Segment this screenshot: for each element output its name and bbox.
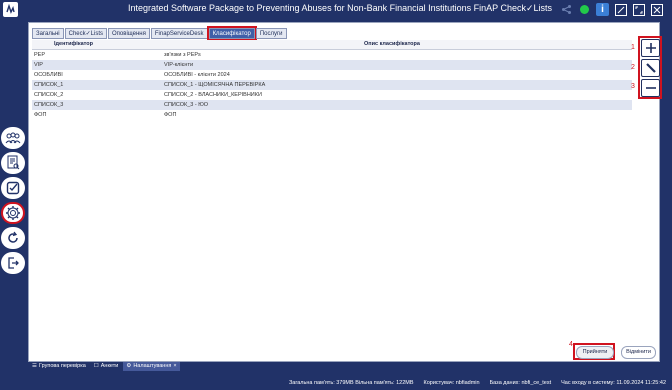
bottom-tab-label: Анкети	[100, 363, 119, 369]
cell-description: ФОП	[164, 112, 177, 118]
refresh-icon	[8, 231, 18, 243]
minus-icon	[645, 87, 656, 89]
tab-checklists[interactable]: Check✓Lists	[64, 28, 108, 39]
column-header-id[interactable]: Ідентифікатор	[32, 40, 152, 49]
list-icon: ☰	[32, 363, 37, 369]
info-icon[interactable]: i	[596, 3, 609, 16]
settings-panel: Загальні Check✓Lists Оповіщення FinapSer…	[28, 22, 660, 362]
people-icon	[5, 132, 21, 144]
tab-general[interactable]: Загальні	[32, 28, 64, 39]
delete-button[interactable]	[641, 79, 660, 97]
table-row[interactable]: PEP зв'язки з PEPs	[32, 50, 632, 60]
minimize-icon[interactable]	[614, 3, 627, 16]
bottom-tab-label: Налаштування	[133, 363, 172, 369]
table-row[interactable]: ФОП ФОП	[32, 110, 632, 120]
status-bar: Загальна пам'ять: 379МВ Вільна пам'ять: …	[289, 380, 666, 386]
gear-icon	[6, 206, 20, 220]
table-row[interactable]: СПИСОК_1 СПИСОК_1 - ЩОМІСЯЧНА ПЕРЕВІРКА	[32, 80, 632, 90]
document-search-icon	[7, 155, 20, 170]
sidebar-refresh-button[interactable]	[1, 227, 25, 249]
app-logo	[3, 2, 18, 17]
user-status: Користувач: nbfiadmin	[423, 380, 480, 386]
annotation-number: 3	[631, 83, 635, 90]
bottom-tab-group-check[interactable]: ☰ Групова перевірка	[29, 362, 89, 371]
cell-description: СПИСОК_3 - ЮО	[164, 102, 208, 108]
column-header-description[interactable]: Опис класифікатора	[152, 40, 632, 49]
add-button[interactable]	[641, 39, 660, 57]
logout-icon	[8, 257, 19, 269]
cell-description: зв'язки з PEPs	[164, 52, 201, 58]
cell-description: СПИСОК_1 - ЩОМІСЯЧНА ПЕРЕВІРКА	[164, 82, 266, 88]
apply-button[interactable]: Прийняти	[576, 346, 614, 359]
pencil-icon	[645, 63, 656, 73]
tab-services[interactable]: Послуги	[255, 28, 287, 39]
annotation-number: 2	[631, 64, 635, 71]
status-icon	[578, 3, 591, 16]
login-time-status: Час входу в систему: 11.09.2024 11:25:42	[561, 380, 666, 386]
cell-description: ОСОБЛИВІ - клієнти 2024	[164, 72, 230, 78]
cell-id: ФОП	[34, 112, 47, 118]
cell-id: PEP	[34, 52, 46, 58]
plus-icon	[645, 43, 656, 53]
bottom-tab-label: Групова перевірка	[38, 363, 86, 369]
table-row[interactable]: VIP VIP-клієнти	[32, 60, 632, 70]
memory-status: Загальна пам'ять: 379МВ Вільна пам'ять: …	[288, 380, 414, 386]
form-icon: ☐	[93, 363, 99, 369]
table-row[interactable]: ОСОБЛИВІ ОСОБЛИВІ - клієнти 2024	[32, 70, 632, 80]
tab-notifications[interactable]: Оповіщення	[108, 28, 150, 39]
cell-id: СПИСОК_3	[34, 102, 64, 108]
tab-classifier[interactable]: Класифікатор	[206, 26, 257, 41]
table-header: Ідентифікатор Опис класифікатора	[32, 40, 632, 50]
classifier-table: Ідентифікатор Опис класифікатора PEP зв'…	[32, 40, 632, 120]
sidebar-settings-button[interactable]	[1, 202, 25, 224]
checkbox-icon	[6, 181, 20, 195]
tab-service-desk[interactable]: FinapServiceDesk	[150, 28, 208, 39]
sidebar-logout-button[interactable]	[1, 252, 25, 274]
annotation-number: 1	[631, 44, 635, 51]
cell-description: VIP-клієнти	[164, 62, 194, 68]
close-icon[interactable]	[650, 3, 663, 16]
window-title: Integrated Software Package to Preventin…	[127, 3, 553, 13]
bottom-tabs: ☰ Групова перевірка ☐ Анкети ⚙ Налаштува…	[29, 362, 180, 371]
settings-tabs: Загальні Check✓Lists Оповіщення FinapSer…	[32, 26, 287, 41]
edit-button[interactable]	[641, 59, 660, 77]
title-bar: Integrated Software Package to Preventin…	[0, 0, 672, 20]
table-row[interactable]: СПИСОК_3 СПИСОК_3 - ЮО	[32, 100, 632, 110]
sidebar-checklists-button[interactable]	[1, 177, 25, 199]
share-icon[interactable]	[560, 3, 573, 16]
table-row[interactable]: СПИСОК_2 СПИСОК_2 - ВЛАСНИКИ_КЕРІВНИКИ	[32, 90, 632, 100]
bottom-tab-settings[interactable]: ⚙ Налаштування ×	[123, 362, 180, 371]
database-status: База даних: nbfi_ce_test	[489, 380, 552, 386]
sidebar-clients-button[interactable]	[1, 127, 25, 149]
gear-icon: ⚙	[126, 363, 132, 369]
sidebar-documents-button[interactable]	[1, 152, 25, 174]
close-tab-icon[interactable]: ×	[173, 362, 176, 371]
bottom-tab-forms[interactable]: ☐ Анкети	[91, 362, 122, 371]
cell-description: СПИСОК_2 - ВЛАСНИКИ_КЕРІВНИКИ	[164, 92, 262, 98]
maximize-icon[interactable]	[632, 3, 645, 16]
cell-id: VIP	[34, 62, 43, 68]
cell-id: ОСОБЛИВІ	[34, 72, 63, 78]
cancel-button[interactable]: Відмінити	[621, 346, 656, 359]
cell-id: СПИСОК_1	[34, 82, 64, 88]
cell-id: СПИСОК_2	[34, 92, 64, 98]
window-controls: i	[560, 2, 663, 17]
